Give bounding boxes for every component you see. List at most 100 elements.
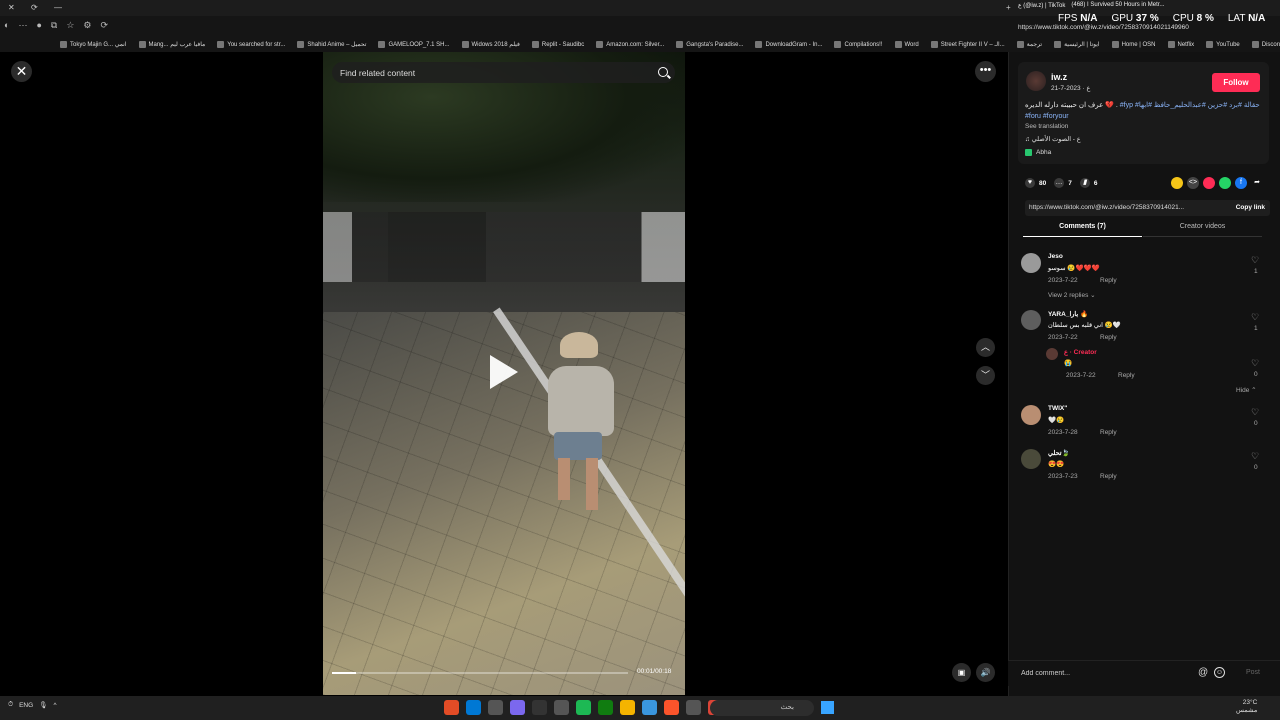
copy-link-button[interactable]: Copy link xyxy=(1236,204,1265,211)
bookmark-item[interactable]: Mang... مافيا عرب ليم xyxy=(138,41,205,48)
share-arrow-icon[interactable]: ➦ xyxy=(1251,177,1263,189)
mic-icon[interactable]: 🎙 xyxy=(39,701,47,709)
refresh-icon[interactable]: ⟳ xyxy=(100,20,108,31)
bookmark-item[interactable]: Amazon.com: Silver... xyxy=(596,41,664,48)
folder-icon[interactable] xyxy=(620,700,635,715)
comment-author[interactable]: TWIX" xyxy=(1048,405,1067,412)
location-tag[interactable]: Abha xyxy=(1025,149,1051,156)
avatar[interactable] xyxy=(1026,71,1046,91)
windows-start-icon[interactable] xyxy=(821,701,834,714)
profile-icon[interactable]: ● xyxy=(36,20,41,31)
taskbar-search[interactable]: بحث xyxy=(710,700,814,716)
embed-icon[interactable]: <> xyxy=(1187,177,1199,189)
edge-icon[interactable] xyxy=(466,700,481,715)
comment-like-icon[interactable]: ♡ xyxy=(1251,312,1259,323)
bookmark-item[interactable]: Word xyxy=(894,41,919,48)
search-icon[interactable] xyxy=(658,67,668,77)
tray-chevron-icon[interactable]: ^ xyxy=(53,702,56,709)
bookmark-item[interactable]: Gangsta's Paradise... xyxy=(676,41,743,48)
weather-widget[interactable]: 23°C مشمس xyxy=(1236,699,1257,715)
bookmark-item[interactable]: Netflix xyxy=(1167,41,1194,48)
comment-input[interactable] xyxy=(1021,665,1221,682)
app-icon[interactable] xyxy=(554,700,569,715)
reply-author[interactable]: ع · Creator xyxy=(1064,348,1097,356)
bookmark-item[interactable]: Replit - Saudibc xyxy=(531,41,584,48)
brave-icon[interactable] xyxy=(664,700,679,715)
edge-logo-icon[interactable]: ◐ xyxy=(4,20,9,31)
minimize-icon[interactable]: — xyxy=(54,3,62,12)
bookmark-item[interactable]: Discord xyxy=(1251,41,1280,48)
comment-avatar[interactable] xyxy=(1021,449,1041,469)
bookmark-item[interactable]: Tokyo Majin G... انمي xyxy=(60,41,127,48)
like-action[interactable]: ♥ 80 xyxy=(1025,178,1046,188)
comment-like-icon[interactable]: ♡ xyxy=(1251,407,1259,418)
post-button[interactable]: Post xyxy=(1246,669,1260,676)
more-options-button[interactable]: ••• xyxy=(975,61,996,82)
tab-actions-icon[interactable]: ⧉ xyxy=(51,20,57,31)
comment-like-icon[interactable]: ♡ xyxy=(1251,255,1259,266)
tab-tiktok[interactable]: ع (@iw.z) | TikTok xyxy=(1018,2,1065,9)
username[interactable]: iw.z xyxy=(1051,72,1067,82)
reply-button[interactable]: Reply xyxy=(1100,429,1117,436)
bookmark-item[interactable]: Home | OSN xyxy=(1111,41,1156,48)
music-link[interactable]: ♫ ع - الصوت الأصلي xyxy=(1025,135,1081,143)
follow-button[interactable]: Follow xyxy=(1212,73,1260,92)
view-replies-button[interactable]: View 2 replies ⌄ xyxy=(1048,291,1096,299)
comment-like-icon[interactable]: ♡ xyxy=(1251,451,1259,462)
app-icon[interactable] xyxy=(444,700,459,715)
tab-youtube[interactable]: (468) I Survived 50 Hours in Metr... xyxy=(1071,2,1164,9)
emoji-icon[interactable]: ☺ xyxy=(1214,667,1225,678)
play-icon[interactable] xyxy=(490,355,518,389)
reply-avatar[interactable] xyxy=(1046,348,1058,360)
save-action[interactable]: ▮ 6 xyxy=(1079,178,1097,188)
app-icon[interactable] xyxy=(532,700,547,715)
bookmark-item[interactable]: ترجمة xyxy=(1016,41,1042,48)
hide-replies-button[interactable]: Hide ⌃ xyxy=(1236,386,1257,394)
xbox-icon[interactable] xyxy=(598,700,613,715)
video-player[interactable]: 00:01/00:18 xyxy=(323,52,685,695)
close-button[interactable]: ✕ xyxy=(11,61,32,82)
bookmark-item[interactable]: Street Fighter II V – الـ... xyxy=(930,41,1005,48)
bookmark-item[interactable]: You searched for str... xyxy=(217,41,285,48)
bookmark-item[interactable]: Widows 2018 فيلم xyxy=(461,41,520,48)
next-video-button[interactable]: ﹀ xyxy=(976,366,995,385)
see-translation-link[interactable]: See translation xyxy=(1025,123,1068,130)
floating-player-button[interactable]: ▣ xyxy=(952,663,971,682)
store-icon[interactable] xyxy=(642,700,657,715)
browser-menu-icon[interactable]: ✕ xyxy=(8,3,15,12)
search-input[interactable] xyxy=(340,62,640,83)
extension-icon[interactable]: ⚙ xyxy=(83,20,91,31)
bookmark-item[interactable]: Compilations!! xyxy=(834,41,883,48)
lang-indicator[interactable]: ENG xyxy=(19,702,33,709)
comment-author[interactable]: YARA_بارا 🔥 xyxy=(1048,310,1088,318)
volume-button[interactable]: 🔊 xyxy=(976,663,995,682)
comment-avatar[interactable] xyxy=(1021,405,1041,425)
comment-avatar[interactable] xyxy=(1021,310,1041,330)
tab-comments[interactable]: Comments (7) xyxy=(1023,223,1142,237)
reply-button[interactable]: Reply xyxy=(1100,334,1117,341)
friends-share-icon[interactable] xyxy=(1171,177,1183,189)
tab-creator-videos[interactable]: Creator videos xyxy=(1143,223,1262,237)
app-icon[interactable] xyxy=(488,700,503,715)
whatsapp-icon[interactable] xyxy=(1219,177,1231,189)
bookmark-item[interactable]: GAMELOOP_7.1 SH... xyxy=(378,41,450,48)
menu-dots-icon[interactable]: ⋯ xyxy=(18,20,27,31)
address-bar[interactable]: https://www.tiktok.com/@iw.z/video/72583… xyxy=(1018,24,1189,31)
favorites-icon[interactable]: ☆ xyxy=(66,20,74,31)
progress-bar[interactable] xyxy=(332,672,628,674)
comment-author[interactable]: Jeso xyxy=(1048,253,1063,260)
bookmark-item[interactable]: DownloadGram - In... xyxy=(755,41,822,48)
video-link[interactable]: https://www.tiktok.com/@iw.z/video/72583… xyxy=(1029,204,1209,211)
mention-icon[interactable]: @ xyxy=(1198,667,1208,678)
comment-author[interactable]: تحلي🍃 xyxy=(1048,449,1070,457)
reload-icon[interactable]: ⟳ xyxy=(31,3,38,12)
bookmark-item[interactable]: ايوتا | الرئيسية xyxy=(1054,41,1100,48)
comment-like-icon[interactable]: ♡ xyxy=(1251,358,1259,369)
reply-button[interactable]: Reply xyxy=(1100,473,1117,480)
comment-avatar[interactable] xyxy=(1021,253,1041,273)
previous-video-button[interactable]: ︿ xyxy=(976,338,995,357)
app-icon[interactable] xyxy=(510,700,525,715)
facebook-icon[interactable]: f xyxy=(1235,177,1247,189)
spotify-icon[interactable] xyxy=(576,700,591,715)
comment-action[interactable]: … 7 xyxy=(1054,178,1072,188)
